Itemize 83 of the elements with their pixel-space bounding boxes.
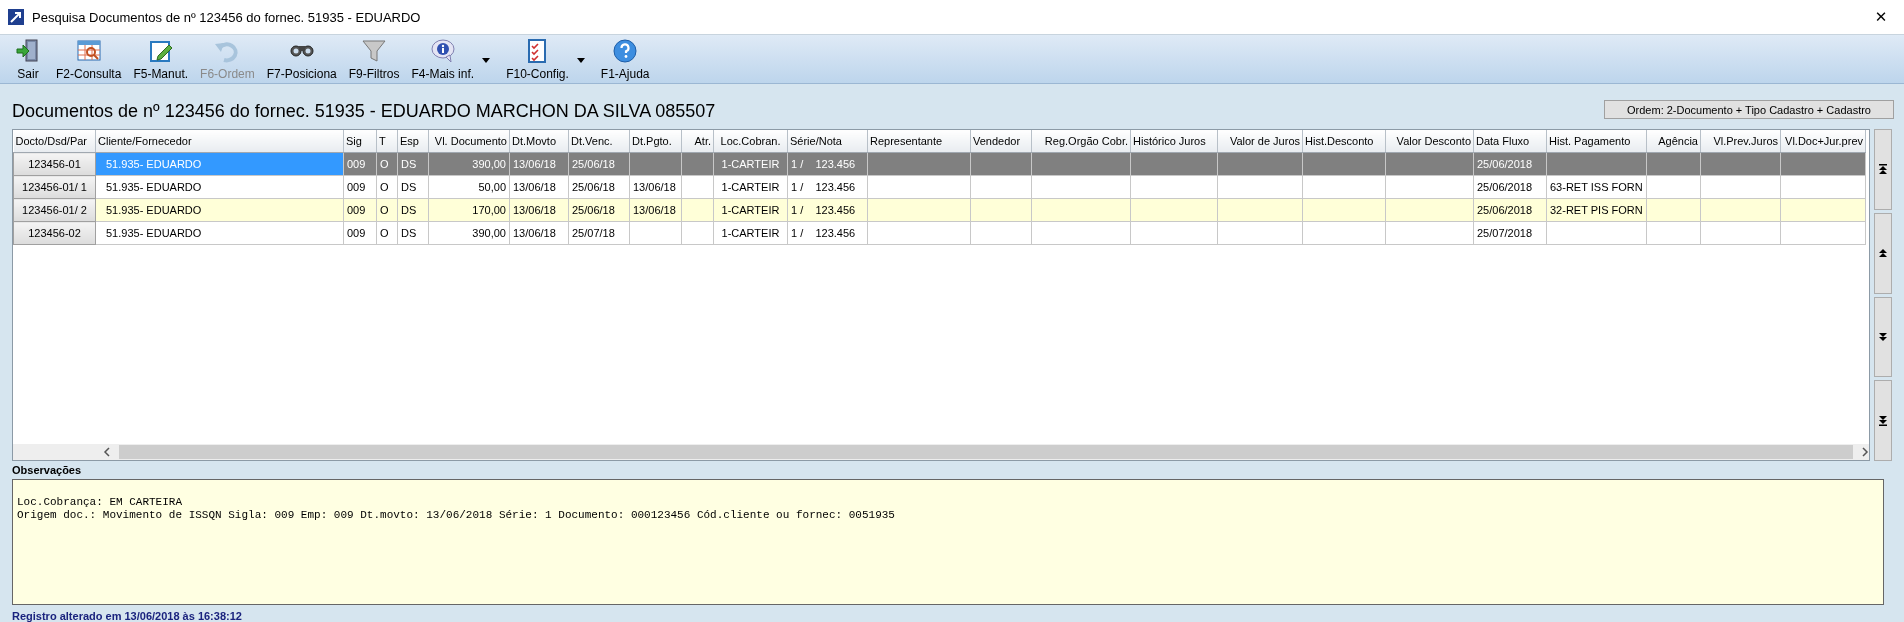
close-button[interactable]: ✕ bbox=[1858, 0, 1904, 34]
table-cell: 009 bbox=[343, 175, 377, 199]
table-cell: 13/06/18 bbox=[509, 221, 569, 245]
column-header[interactable]: Vl. Documento bbox=[428, 130, 510, 153]
table-cell: DS bbox=[397, 221, 429, 245]
funnel-icon bbox=[361, 37, 388, 64]
observations-label: Observações bbox=[12, 464, 83, 477]
column-header[interactable]: Vl.Prev.Juros bbox=[1700, 130, 1781, 153]
table-cell: 1 / 123.456 bbox=[787, 175, 868, 199]
column-header[interactable]: Data Fluxo bbox=[1473, 130, 1547, 153]
dropdown-caret-icon[interactable] bbox=[574, 56, 587, 64]
column-header[interactable]: Esp bbox=[397, 130, 429, 153]
observations-field[interactable]: Loc.Cobrança: EM CARTEIRA Origem doc.: Movimento de ISSQN Sigla: 009 Emp: 009 Dt.movto: 13/06/2018 Série: 1 Documento: 000123456 Cód.cliente ou fornec: 0051935 bbox=[12, 479, 1884, 605]
table-cell: 25/06/18 bbox=[568, 175, 630, 199]
column-header[interactable]: Hist.Desconto bbox=[1302, 130, 1386, 153]
toolbar-button[interactable]: F4-Mais inf. bbox=[405, 37, 481, 81]
column-header[interactable]: T bbox=[376, 130, 398, 153]
table-cell: 51.935- EDUARDO bbox=[95, 175, 344, 199]
table-cell: 25/06/2018 bbox=[1473, 175, 1547, 199]
table-cell: 51.935- EDUARDO bbox=[95, 198, 344, 222]
column-header[interactable]: Dt.Venc. bbox=[568, 130, 630, 153]
toolbar-button[interactable]: F10-Config. bbox=[500, 37, 575, 81]
column-header[interactable]: Dt.Pgto. bbox=[629, 130, 682, 153]
table-cell: 25/07/18 bbox=[568, 221, 630, 245]
table-cell: 50,00 bbox=[428, 175, 510, 199]
column-header[interactable]: Histórico Juros bbox=[1130, 130, 1218, 153]
column-header[interactable]: Valor de Juros bbox=[1217, 130, 1303, 153]
column-header[interactable]: Agência bbox=[1646, 130, 1701, 153]
table-cell: 1-CARTEIR bbox=[713, 175, 788, 199]
column-header[interactable]: Hist. Pagamento bbox=[1546, 130, 1647, 153]
toolbar-button[interactable]: F5-Manut. bbox=[127, 37, 195, 81]
order-button[interactable]: Ordem: 2-Documento + Tipo Cadastro + Cadastro bbox=[1604, 100, 1894, 119]
column-header[interactable]: Série/Nota bbox=[787, 130, 868, 153]
table-cell: 13/06/18 bbox=[509, 175, 569, 199]
column-header[interactable]: Dt.Movto bbox=[509, 130, 569, 153]
row-button[interactable]: 123456-02 bbox=[13, 221, 96, 245]
toolbar-button[interactable]: Sair bbox=[6, 37, 50, 81]
table-cell: O bbox=[376, 221, 398, 245]
dropdown-caret-icon[interactable] bbox=[480, 56, 493, 64]
column-header[interactable]: Representante bbox=[867, 130, 971, 153]
table-cell: 1-CARTEIR bbox=[713, 221, 788, 245]
column-header[interactable]: Sig bbox=[343, 130, 377, 153]
previous-record-icon bbox=[1878, 248, 1888, 259]
chevron-right-icon[interactable] bbox=[1861, 447, 1869, 457]
next-record-icon bbox=[1878, 331, 1888, 342]
column-header[interactable]: Atr. bbox=[681, 130, 714, 153]
toolbar-button[interactable]: F2-Consulta bbox=[50, 37, 128, 81]
row-button[interactable]: 123456-01 bbox=[13, 152, 96, 176]
table-cell: DS bbox=[397, 175, 429, 199]
column-header[interactable]: Loc.Cobran. bbox=[713, 130, 788, 153]
table-cell: 009 bbox=[343, 221, 377, 245]
info-bubble-icon bbox=[429, 37, 456, 64]
row-button[interactable]: 123456-01/ 2 bbox=[13, 198, 96, 222]
column-header[interactable]: Vl.Doc+Jur.prev bbox=[1780, 130, 1866, 153]
row-button[interactable]: 123456-01/ 1 bbox=[13, 175, 96, 199]
column-header[interactable]: Reg.Orgão Cobr. bbox=[1031, 130, 1131, 153]
table-cell: 1 / 123.456 bbox=[787, 221, 868, 245]
column-header[interactable]: Docto/Dsd/Par bbox=[13, 130, 96, 153]
table-cell: 51.935- EDUARDO bbox=[95, 221, 344, 245]
binoculars-icon bbox=[288, 44, 315, 57]
toolbar-button[interactable]: F1-Ajuda bbox=[594, 37, 656, 81]
column-header[interactable]: Valor Desconto bbox=[1385, 130, 1474, 153]
toolbar-button[interactable]: F9-Filtros bbox=[342, 37, 406, 81]
table-magnifier-icon bbox=[75, 37, 102, 64]
help-icon bbox=[612, 37, 639, 64]
first-record-icon bbox=[1878, 164, 1888, 175]
last-record-icon bbox=[1878, 415, 1888, 426]
table-cell: 25/07/2018 bbox=[1473, 221, 1547, 245]
table-cell: 51.935- EDUARDO bbox=[95, 152, 344, 176]
horizontal-scrollbar[interactable] bbox=[13, 444, 1869, 460]
column-header[interactable]: Vendedor bbox=[970, 130, 1032, 153]
table-cell: 63-RET ISS FORN bbox=[1546, 175, 1647, 199]
navigation-button[interactable] bbox=[1874, 380, 1892, 461]
status-text: Registro alterado em 13/06/2018 às 16:38:12 bbox=[12, 610, 243, 622]
table-cell: 13/06/18 bbox=[629, 175, 682, 199]
app-icon bbox=[8, 9, 24, 25]
table-cell: 390,00 bbox=[428, 221, 510, 245]
toolbar-button[interactable]: F7-Posiciona bbox=[260, 37, 343, 81]
column-header[interactable]: Cliente/Fornecedor bbox=[95, 130, 344, 153]
navigation-button[interactable] bbox=[1874, 129, 1892, 210]
table-cell: O bbox=[376, 175, 398, 199]
page-heading: Documentos de nº 123456 do fornec. 51935 - EDUARDO MARCHON DA SILVA 085507 bbox=[12, 101, 716, 122]
window-title: Pesquisa Documentos de nº 123456 do fornec. 51935 - EDUARDO bbox=[32, 9, 422, 25]
